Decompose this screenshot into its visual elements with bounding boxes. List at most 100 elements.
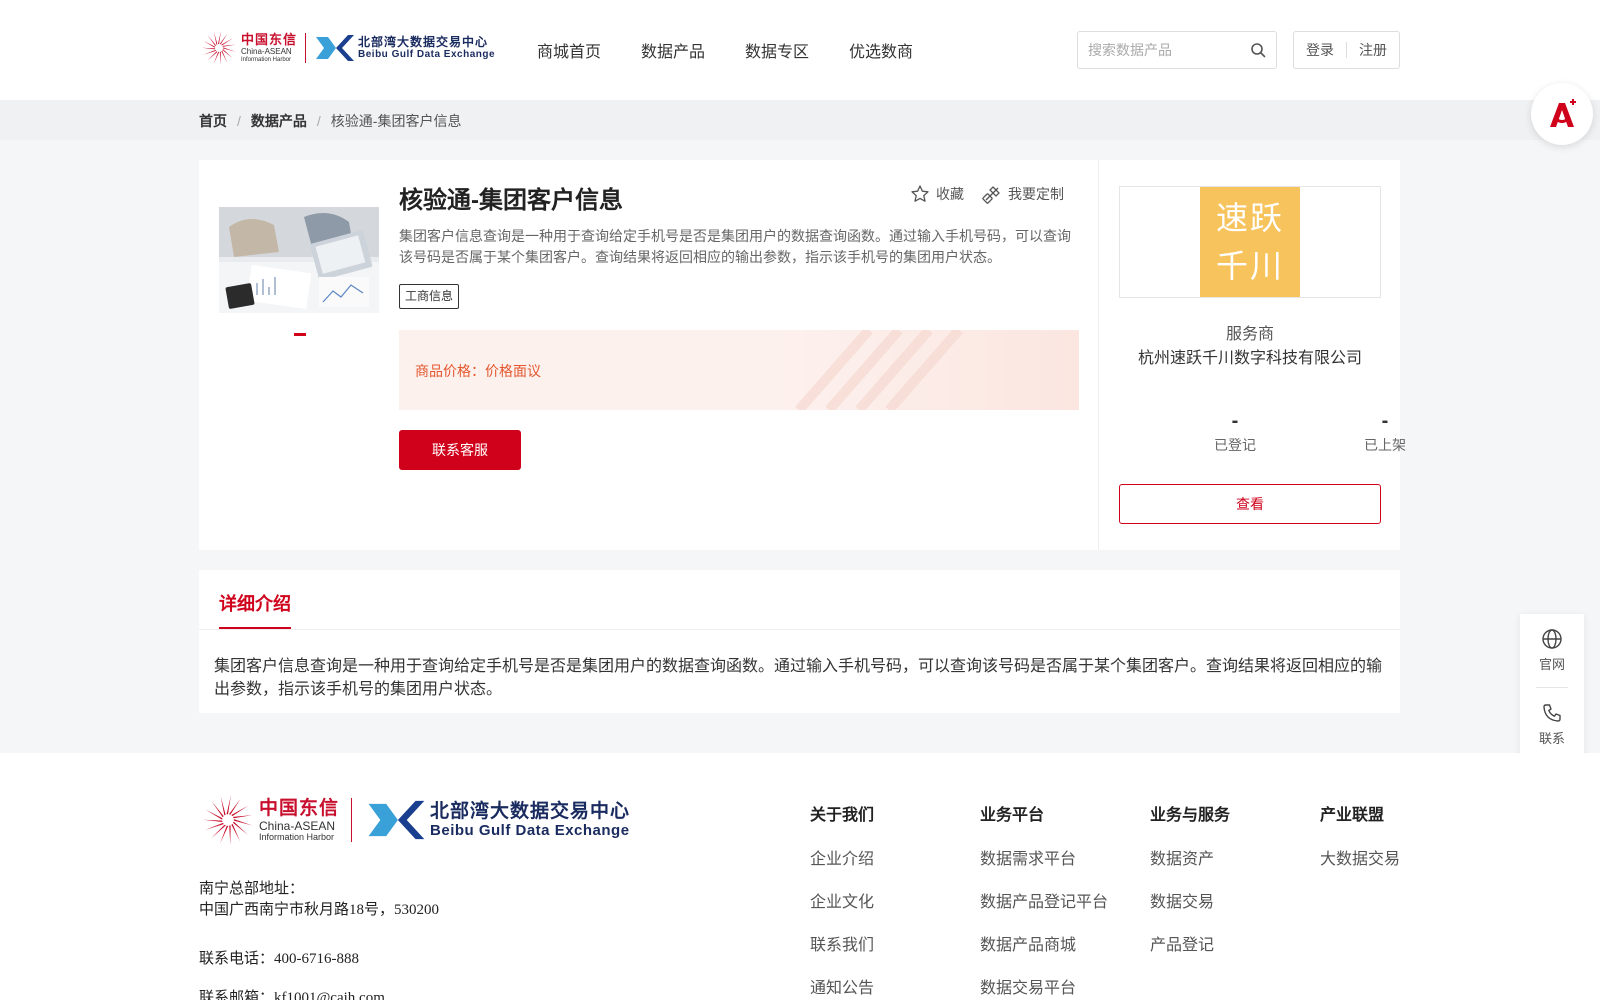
side-website-label: 官网	[1538, 657, 1565, 672]
card-divider	[1098, 160, 1099, 550]
vendor-logo-box: 速跃 千川	[1119, 186, 1381, 298]
side-contact-label: 联系	[1538, 731, 1565, 746]
detail-section: 详细介绍 集团客户信息查询是一种用于查询给定手机号是否是集团用户的数据查询函数。…	[199, 570, 1400, 713]
product-card: 核验通-集团客户信息 收藏 我要定制 集团客户信息查询是一种用于查询给定手机号是…	[199, 160, 1406, 550]
view-vendor-button[interactable]: 查看	[1119, 484, 1381, 524]
vendor-role: 服务商	[1225, 326, 1274, 343]
product-description: 集团客户信息查询是一种用于查询给定手机号是否是集团用户的数据查询函数。通过输入手…	[399, 228, 1071, 265]
logo-exchange-en: Beibu Gulf Data Exchange	[358, 49, 496, 60]
logo-cn-brand: 中国东信	[241, 32, 298, 47]
customize-label: 我要定制	[1008, 186, 1064, 202]
footer-link[interactable]: 产品登记	[1150, 931, 1230, 955]
side-contact-button[interactable]: 联系	[1520, 702, 1584, 747]
site-logo[interactable]: 中国东信 China-ASEAN Information Harbor 北部湾大…	[199, 28, 495, 68]
auth-divider	[1346, 42, 1347, 58]
logo-cn-brand-en2: Information Harbor	[241, 57, 292, 63]
china-asean-sun-logo-icon	[203, 795, 253, 845]
nav-data-zone[interactable]: 数据专区	[745, 38, 809, 62]
footer-col-about: 关于我们 企业介绍 企业文化 联系我们 通知公告	[810, 801, 874, 1000]
footer-link[interactable]: 数据需求平台	[980, 845, 1108, 869]
vendor-logo-line2: 千川	[1215, 248, 1284, 284]
tab-separator	[199, 629, 1400, 630]
footer-link[interactable]: 数据交易平台	[980, 974, 1108, 998]
breadcrumb-separator: /	[237, 113, 241, 129]
logo-divider	[305, 33, 307, 63]
favorite-label: 收藏	[936, 186, 964, 202]
footer-logo: 中国东信 China-ASEAN Information Harbor 北部湾大…	[199, 791, 630, 849]
footer-col-title: 业务平台	[980, 807, 1045, 824]
vendor-name: 杭州速跃千川数字科技有限公司	[1137, 350, 1362, 367]
footer-col-platform: 业务平台 数据需求平台 数据产品登记平台 数据产品商城 数据交易平台	[980, 801, 1108, 1000]
vendor-logo: 速跃 千川	[1200, 187, 1300, 297]
price-label: 商品价格：	[415, 363, 485, 379]
beibu-exchange-logo-icon	[368, 800, 425, 840]
price-row: 商品价格：价格面议	[415, 361, 541, 381]
ai-assistant-icon	[1550, 99, 1576, 127]
footer-link[interactable]: 大数据交易	[1320, 845, 1400, 869]
phone-icon	[1543, 704, 1561, 722]
auth-box: 登录 注册	[1293, 31, 1400, 69]
footer-logo-divider	[351, 798, 353, 842]
footer-col-title: 业务与服务	[1150, 807, 1231, 824]
product-actions: 收藏 我要定制	[910, 184, 1082, 204]
footer: 中国东信 China-ASEAN Information Harbor 北部湾大…	[0, 753, 1600, 1000]
footer-logo-cn-brand: 中国东信	[259, 797, 340, 819]
favorite-button[interactable]: 收藏	[910, 184, 964, 204]
footer-link[interactable]: 联系我们	[810, 931, 874, 955]
customize-tools-icon	[982, 186, 1000, 204]
footer-link[interactable]: 企业介绍	[810, 845, 874, 869]
footer-link[interactable]: 企业文化	[810, 888, 874, 912]
footer-logo-exchange-en: Beibu Gulf Data Exchange	[430, 822, 630, 839]
breadcrumb-home[interactable]: 首页	[199, 111, 227, 131]
customize-button[interactable]: 我要定制	[982, 184, 1064, 204]
search-icon[interactable]	[1250, 42, 1266, 58]
footer-address-label: 南宁总部地址：	[199, 881, 305, 897]
footer-logo-exchange-cn: 北部湾大数据交易中心	[430, 801, 631, 822]
star-icon	[911, 185, 929, 202]
stat-registered-label: 已登记	[1214, 437, 1256, 453]
product-image-illustration	[219, 207, 379, 313]
breadcrumb-current: 核验通-集团客户信息	[330, 113, 462, 129]
stat-registered: - 已登记	[1175, 410, 1295, 455]
footer-col-services: 业务与服务 数据资产 数据交易 产品登记	[1150, 801, 1230, 974]
globe-icon	[1542, 629, 1562, 649]
ai-assistant-button[interactable]	[1531, 83, 1593, 145]
footer-phone: 联系电话：400-6716-888	[199, 951, 359, 967]
contact-service-button[interactable]: 联系客服	[399, 430, 521, 470]
breadcrumb-products[interactable]: 数据产品	[251, 111, 307, 131]
nav-data-products[interactable]: 数据产品	[641, 38, 705, 62]
footer-link[interactable]: 数据产品登记平台	[980, 888, 1108, 912]
stat-listed: - 已上架	[1325, 410, 1445, 455]
stat-listed-label: 已上架	[1364, 437, 1406, 453]
nav-mall-home[interactable]: 商城首页	[537, 38, 601, 62]
detail-text: 集团客户信息查询是一种用于查询给定手机号是否是集团用户的数据查询函数。通过输入手…	[214, 658, 1383, 698]
nav-featured-vendors[interactable]: 优选数商	[849, 38, 913, 62]
footer-address: 南宁总部地址： 中国广西南宁市秋月路18号，530200	[199, 879, 439, 921]
tab-detail[interactable]: 详细介绍	[219, 590, 291, 616]
product-image[interactable]	[219, 207, 379, 313]
stat-registered-value: -	[1231, 410, 1239, 432]
side-website-button[interactable]: 官网	[1520, 628, 1584, 673]
register-link[interactable]: 注册	[1359, 40, 1387, 60]
logo-cn-brand-en1: China-ASEAN	[241, 47, 292, 56]
product-tag: 工商信息	[399, 284, 460, 309]
search-input[interactable]	[1078, 42, 1238, 58]
login-link[interactable]: 登录	[1306, 40, 1334, 60]
beibu-exchange-logo-icon	[316, 35, 355, 61]
product-title: 核验通-集团客户信息	[399, 187, 623, 214]
footer-col-title: 产业联盟	[1320, 807, 1385, 824]
header: 中国东信 China-ASEAN Information Harbor 北部湾大…	[0, 0, 1600, 100]
footer-link[interactable]: 数据交易	[1150, 888, 1230, 912]
footer-link[interactable]: 数据产品商城	[980, 931, 1108, 955]
vendor-logo-line1: 速跃	[1215, 200, 1284, 236]
footer-col-title: 关于我们	[810, 807, 875, 824]
footer-logo-cn-brand-en2: Information Harbor	[259, 831, 335, 842]
footer-link[interactable]: 通知公告	[810, 974, 874, 998]
image-carousel-indicator[interactable]	[294, 333, 306, 336]
logo-exchange-cn: 北部湾大数据交易中心	[358, 35, 489, 49]
footer-address-value: 中国广西南宁市秋月路18号，530200	[199, 902, 440, 918]
footer-logo-cn-brand-en1: China-ASEAN	[259, 818, 336, 833]
footer-link[interactable]: 数据资产	[1150, 845, 1230, 869]
side-float-panel: 官网 联系	[1520, 614, 1584, 760]
footer-email: 联系邮箱：kf1001@caih.com	[199, 990, 385, 1000]
